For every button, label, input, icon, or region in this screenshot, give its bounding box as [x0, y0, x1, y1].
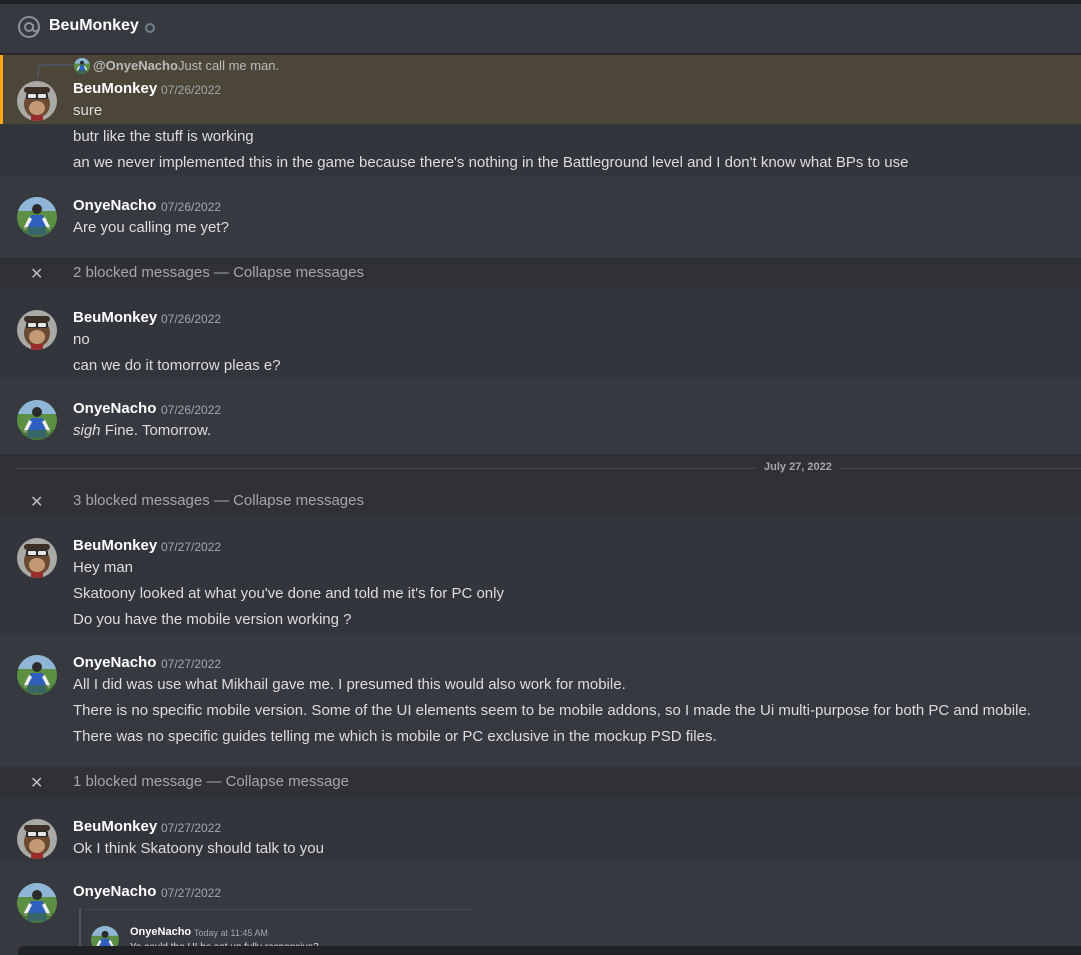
embed-divider [84, 909, 472, 910]
timestamp: 07/26/2022 [161, 200, 222, 214]
reply-preview[interactable]: Just call me man. [178, 58, 279, 73]
message-text: butr like the stuff is working [73, 128, 254, 145]
timestamp: 07/26/2022 [161, 403, 222, 417]
message-group [0, 176, 1081, 258]
close-icon[interactable]: ✕ [30, 264, 43, 284]
username[interactable]: BeuMonkey [73, 80, 157, 97]
separator: — [213, 264, 229, 281]
offline-status-icon [145, 23, 155, 33]
blocked-messages-bar: ✕ 3 blocked messages — Collapse messages [0, 486, 1081, 516]
message-text: sigh Fine. Tomorrow. [73, 422, 211, 439]
blocked-messages-bar: ✕ 2 blocked messages — Collapse messages [0, 258, 1081, 288]
reply-author[interactable]: @OnyeNacho [93, 58, 178, 73]
username[interactable]: BeuMonkey [73, 818, 157, 835]
reply-connector [37, 64, 73, 78]
collapse-messages-link[interactable]: Collapse message [226, 773, 349, 790]
username[interactable]: OnyeNacho [73, 197, 156, 214]
avatar[interactable] [17, 400, 57, 440]
avatar[interactable] [17, 655, 57, 695]
message-text: an we never implemented this in the game… [73, 154, 909, 171]
embed-author: OnyeNacho [130, 926, 192, 938]
username[interactable]: OnyeNacho [73, 654, 156, 671]
avatar[interactable] [17, 883, 57, 923]
blocked-messages-bar: ✕ 1 blocked message — Collapse message [0, 767, 1081, 797]
timestamp: 07/27/2022 [161, 886, 222, 900]
message-text: can we do it tomorrow pleas e? [73, 357, 281, 374]
close-icon[interactable]: ✕ [30, 492, 43, 512]
username[interactable]: BeuMonkey [73, 309, 157, 326]
blocked-count: 1 blocked message [73, 773, 203, 790]
channel-header: BeuMonkey [0, 0, 1081, 54]
username[interactable]: OnyeNacho [73, 400, 156, 417]
message-text: There is no specific mobile version. Som… [73, 702, 1031, 719]
collapse-messages-link[interactable]: Collapse messages [233, 264, 364, 281]
avatar[interactable] [17, 819, 57, 859]
message-text: Skatoony looked at what you've done and … [73, 585, 504, 602]
separator: — [206, 773, 222, 790]
timestamp: 07/27/2022 [161, 657, 222, 671]
dm-title[interactable]: BeuMonkey [49, 17, 139, 35]
blocked-count: 3 blocked messages [73, 492, 210, 509]
message-text: Ok I think Skatoony should talk to you [73, 840, 324, 857]
separator: — [213, 492, 229, 509]
message-text: sure [73, 102, 103, 119]
at-icon [18, 16, 40, 38]
avatar[interactable] [17, 310, 57, 350]
avatar[interactable] [17, 538, 57, 578]
message-text: Are you calling me yet? [73, 219, 229, 236]
timestamp: 07/27/2022 [161, 540, 222, 554]
embed-timestamp: Today at 11:45 AM [194, 928, 268, 938]
message-text: no [73, 331, 90, 348]
italic-text: sigh [73, 422, 101, 439]
username[interactable]: BeuMonkey [73, 537, 157, 554]
timestamp: 07/26/2022 [161, 312, 222, 326]
timestamp: 07/26/2022 [161, 83, 222, 97]
message-text: Do you have the mobile version working ? [73, 611, 352, 628]
username[interactable]: OnyeNacho [73, 883, 156, 900]
close-icon[interactable]: ✕ [30, 773, 43, 793]
reply-avatar[interactable] [74, 58, 90, 74]
message-text-rest: Fine. Tomorrow. [100, 422, 212, 439]
date-divider [16, 468, 1081, 469]
date-divider-label: July 27, 2022 [756, 461, 840, 473]
message-group [0, 634, 1081, 767]
collapse-messages-link[interactable]: Collapse messages [233, 492, 364, 509]
avatar[interactable] [17, 197, 57, 237]
message-text: There was no specific guides telling me … [73, 728, 717, 745]
blocked-count: 2 blocked messages [73, 264, 210, 281]
message-text: Hey man [73, 559, 134, 576]
message-input-bar[interactable] [18, 946, 1081, 955]
timestamp: 07/27/2022 [161, 821, 222, 835]
message-text: All I did was use what Mikhail gave me. … [73, 676, 626, 693]
avatar[interactable] [17, 81, 57, 121]
